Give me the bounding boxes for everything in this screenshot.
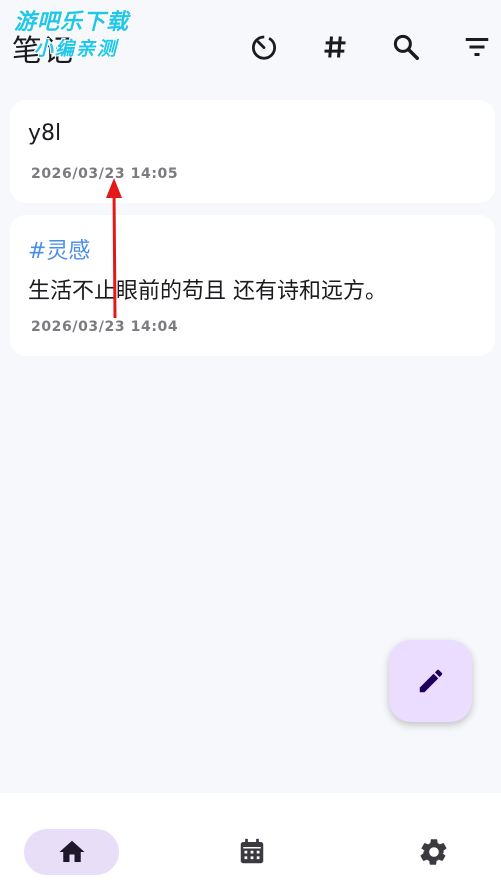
watermark-line-2: 小编亲测 (34, 38, 119, 60)
watermark-line-1: 游吧乐下载 (14, 10, 130, 35)
search-button[interactable] (387, 28, 425, 66)
note-tag[interactable]: #灵感 (28, 233, 90, 265)
timer-button[interactable] (245, 28, 283, 66)
note-card[interactable]: #灵感 生活不止眼前的苟且 还有诗和远方。 2026/03/23 14:04 (10, 215, 495, 356)
note-card[interactable]: y8l 2026/03/23 14:05 (10, 100, 495, 203)
annotation-arrow-icon (106, 178, 122, 319)
watermark-logo: 游吧乐下载 小编亲测 (14, 10, 129, 62)
nav-home[interactable] (24, 829, 119, 875)
timer-icon (252, 35, 276, 60)
bottom-navigation (0, 793, 501, 891)
nav-calendar[interactable] (228, 829, 276, 875)
nav-settings[interactable] (410, 829, 458, 875)
calendar-icon (240, 838, 264, 864)
tags-button[interactable] (316, 28, 354, 66)
home-icon (59, 840, 84, 862)
filter-button[interactable] (458, 28, 496, 66)
new-note-button[interactable] (389, 640, 472, 722)
search-icon (393, 34, 419, 60)
note-body: 生活不止眼前的苟且 还有诗和远方。 (28, 279, 387, 304)
settings-icon (420, 839, 447, 865)
hashtag-icon (324, 36, 346, 58)
note-title: y8l (28, 121, 62, 146)
note-date: 2026/03/23 14:04 (31, 319, 179, 335)
edit-icon (419, 669, 442, 693)
filter-icon (465, 38, 489, 56)
app-bar: 笔记 游吧乐下载 小编亲测 (0, 0, 501, 92)
